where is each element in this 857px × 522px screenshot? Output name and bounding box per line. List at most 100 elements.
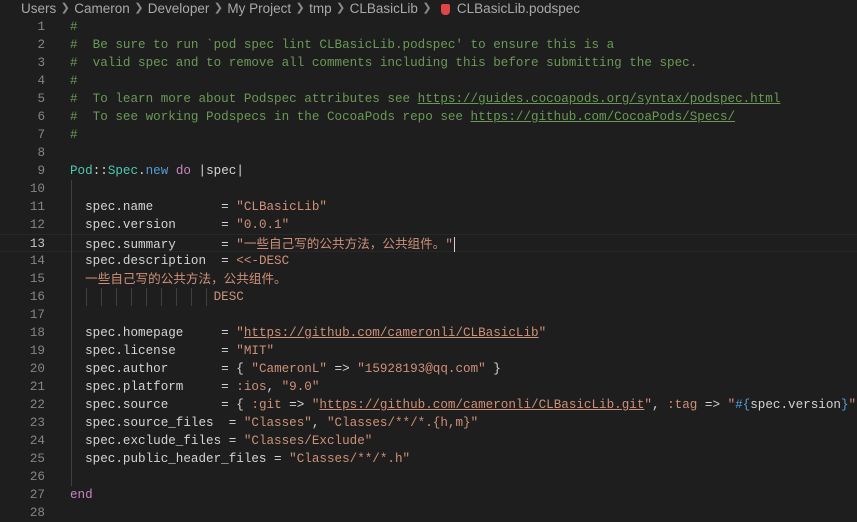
code-text[interactable]: spec.source_files = "Classes", "Classes/…	[70, 414, 478, 432]
code-text[interactable]: spec.author = { "CameronL" => "15928193@…	[70, 360, 501, 378]
code-line[interactable]: 10	[0, 180, 857, 198]
line-number: 15	[29, 272, 45, 286]
code-text[interactable]: spec.version = "0.0.1"	[70, 216, 289, 234]
line-number: 19	[29, 344, 45, 358]
line-number: 2	[37, 38, 45, 52]
line-number: 17	[29, 308, 45, 322]
chevron-right-icon: ❯	[213, 2, 223, 14]
code-line[interactable]: 8	[0, 144, 857, 162]
line-number: 26	[29, 470, 45, 484]
code-text[interactable]: # Be sure to run `pod spec lint CLBasicL…	[70, 36, 614, 54]
line-number: 27	[29, 488, 45, 502]
code-line[interactable]: 17	[0, 306, 857, 324]
breadcrumb-item[interactable]: CLBasicLib	[350, 0, 418, 17]
code-line[interactable]: 4 #	[0, 72, 857, 90]
indent-guide	[86, 288, 87, 306]
line-number: 21	[29, 380, 45, 394]
line-number: 5	[37, 92, 45, 106]
line-number: 23	[29, 416, 45, 430]
line-number: 1	[37, 20, 45, 34]
code-text[interactable]: spec.platform = :ios, "9.0"	[70, 378, 319, 396]
code-text[interactable]: # To learn more about Podspec attributes…	[70, 90, 780, 108]
code-text[interactable]: spec.public_header_files = "Classes/**/*…	[70, 450, 410, 468]
code-line[interactable]: 14 spec.description = <<-DESC	[0, 252, 857, 270]
code-line[interactable]: 7 #	[0, 126, 857, 144]
breadcrumb-item[interactable]: My Project	[227, 0, 291, 17]
code-line[interactable]: 21 spec.platform = :ios, "9.0"	[0, 378, 857, 396]
code-text[interactable]: spec.homepage = "https://github.com/came…	[70, 324, 546, 342]
code-line[interactable]: 2 # Be sure to run `pod spec lint CLBasic…	[0, 36, 857, 54]
code-text[interactable]: # To see working Podspecs in the CocoaPo…	[70, 108, 735, 126]
code-text[interactable]: spec.license = "MIT"	[70, 342, 274, 360]
chevron-right-icon: ❯	[295, 2, 305, 14]
line-number: 16	[29, 290, 45, 304]
chevron-right-icon: ❯	[134, 2, 144, 14]
breadcrumb-file[interactable]: CLBasicLib.podspec	[457, 0, 580, 17]
code-line[interactable]: 19 spec.license = "MIT"	[0, 342, 857, 360]
breadcrumb-item[interactable]: tmp	[309, 0, 332, 17]
code-text[interactable]: #	[70, 126, 78, 144]
indent-guide	[131, 288, 132, 306]
code-editor[interactable]: 1 #2 # Be sure to run `pod spec lint CLBas…	[0, 17, 857, 520]
code-line[interactable]: 13 spec.summary = "一些自己写的公共方法，公共组件。"	[0, 234, 857, 253]
line-number: 25	[29, 452, 45, 466]
code-text[interactable]: #	[70, 18, 78, 36]
code-line[interactable]: 25 spec.public_header_files = "Classes/*…	[0, 450, 857, 468]
line-number: 7	[37, 128, 45, 142]
indent-guide	[71, 180, 72, 486]
indent-guide	[191, 288, 192, 306]
code-line[interactable]: 22 spec.source = { :git => "https://gith…	[0, 396, 857, 414]
line-number: 9	[37, 164, 45, 178]
code-line[interactable]: 6 # To see working Podspecs in the CocoaP…	[0, 108, 857, 126]
breadcrumb: Users ❯ Cameron ❯ Developer ❯ My Project ❯ tmp ❯ C…	[0, 0, 857, 17]
indent-guide	[206, 288, 207, 306]
code-text[interactable]: DESC	[70, 288, 244, 306]
code-line[interactable]: 28	[0, 504, 857, 522]
code-text[interactable]: 一些自己写的公共方法，公共组件。	[70, 270, 287, 289]
line-number: 10	[29, 182, 45, 196]
line-number: 11	[29, 200, 45, 214]
code-text[interactable]: spec.exclude_files = "Classes/Exclude"	[70, 432, 372, 450]
ruby-file-icon	[440, 4, 450, 15]
line-number: 4	[37, 74, 45, 88]
indent-guide	[116, 288, 117, 306]
code-text[interactable]: # valid spec and to remove all comments …	[70, 54, 697, 72]
code-line[interactable]: 27 end	[0, 486, 857, 504]
code-text[interactable]: end	[70, 486, 93, 504]
code-line[interactable]: 9 Pod::Spec.new do |spec|	[0, 162, 857, 180]
code-line[interactable]: 3 # valid spec and to remove all comments…	[0, 54, 857, 72]
code-text[interactable]: #	[70, 72, 78, 90]
code-line[interactable]: 11 spec.name = "CLBasicLib"	[0, 198, 857, 216]
indent-guide	[176, 288, 177, 306]
chevron-right-icon: ❯	[422, 2, 432, 14]
code-text[interactable]: spec.name = "CLBasicLib"	[70, 198, 327, 216]
chevron-right-icon: ❯	[336, 2, 346, 14]
code-line[interactable]: 5 # To learn more about Podspec attribute…	[0, 90, 857, 108]
code-text[interactable]: Pod::Spec.new do |spec|	[70, 162, 244, 180]
line-number: 20	[29, 362, 45, 376]
line-number: 8	[37, 146, 45, 160]
code-text[interactable]: spec.description = <<-DESC	[70, 252, 289, 270]
indent-guide	[101, 288, 102, 306]
code-line[interactable]: 26	[0, 468, 857, 486]
breadcrumb-item[interactable]: Developer	[148, 0, 210, 17]
code-line[interactable]: 18 spec.homepage = "https://github.com/c…	[0, 324, 857, 342]
indent-guide	[161, 288, 162, 306]
code-line[interactable]: 15 一些自己写的公共方法，公共组件。	[0, 270, 857, 288]
chevron-right-icon: ❯	[60, 2, 70, 14]
code-line[interactable]: 23 spec.source_files = "Classes", "Class…	[0, 414, 857, 432]
code-line[interactable]: 12 spec.version = "0.0.1"	[0, 216, 857, 234]
line-number: 24	[29, 434, 45, 448]
line-number: 13	[29, 237, 45, 251]
code-line[interactable]: 20 spec.author = { "CameronL" => "159281…	[0, 360, 857, 378]
code-line[interactable]: 24 spec.exclude_files = "Classes/Exclude…	[0, 432, 857, 450]
breadcrumb-item[interactable]: Users	[21, 0, 56, 17]
line-number: 12	[29, 218, 45, 232]
code-line[interactable]: 16 DESC	[0, 288, 857, 306]
breadcrumb-item[interactable]: Cameron	[74, 0, 130, 17]
line-number: 28	[29, 506, 45, 520]
code-line[interactable]: 1 #	[0, 18, 857, 36]
code-text[interactable]: spec.source = { :git => "https://github.…	[70, 396, 857, 414]
line-number: 18	[29, 326, 45, 340]
line-number: 14	[29, 254, 45, 268]
